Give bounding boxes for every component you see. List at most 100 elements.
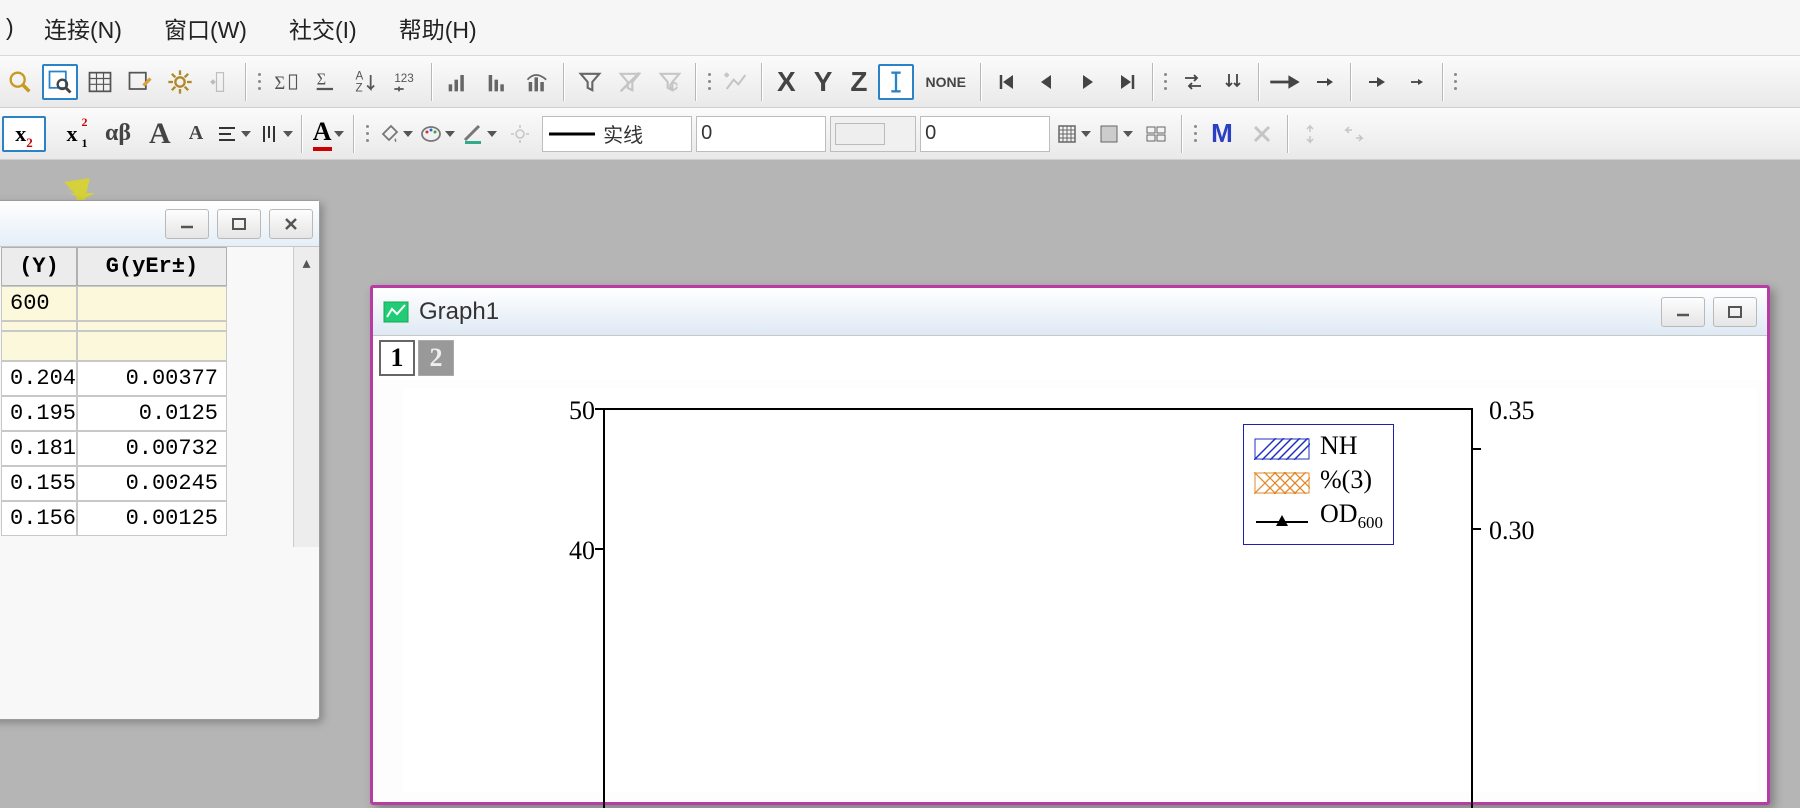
arrow-play-icon[interactable] — [1359, 64, 1395, 100]
menu-connect[interactable]: 连接(N) — [38, 5, 128, 51]
vertical-align-dropdown[interactable] — [256, 116, 294, 152]
palette-dropdown[interactable] — [418, 116, 456, 152]
grip-icon[interactable] — [1161, 62, 1171, 102]
bars-down-icon[interactable] — [480, 64, 516, 100]
legend[interactable]: NH %(3) OD600 — [1243, 424, 1394, 545]
set-none-button[interactable]: NONE — [918, 64, 972, 100]
supsubscript-button[interactable]: x21 — [50, 116, 94, 152]
font-decrease-button[interactable]: A — [182, 116, 210, 152]
cell[interactable] — [1, 331, 77, 361]
set-label-icon[interactable] — [878, 64, 914, 100]
graph-maximize-button[interactable] — [1713, 297, 1757, 327]
swap-down-icon[interactable] — [1215, 64, 1251, 100]
add-plot-icon[interactable] — [718, 64, 754, 100]
filter-reapply-icon[interactable] — [652, 64, 688, 100]
mask-x-icon[interactable] — [1244, 116, 1280, 152]
worksheet-scrollbar[interactable]: ▴ — [293, 247, 319, 547]
col-header-g[interactable]: G(yEr±) — [77, 247, 227, 286]
worksheet-window[interactable]: (Y) G(yEr±) 600 0.204 0.00377 0.195 0.01… — [0, 200, 320, 720]
col-header-y[interactable]: (Y) — [1, 247, 77, 286]
set-x-button[interactable]: X — [770, 64, 803, 100]
legend-item-od600[interactable]: OD600 — [1254, 497, 1383, 540]
nav-next-icon[interactable] — [1069, 64, 1105, 100]
grip-icon[interactable] — [254, 62, 264, 102]
menu-social[interactable]: 社交(I) — [283, 5, 363, 51]
greek-button[interactable]: αβ — [98, 116, 138, 152]
line-width-combo[interactable]: 0 — [696, 116, 826, 152]
cell-label[interactable]: 600 — [1, 286, 77, 321]
layer-tab-1[interactable]: 1 — [379, 340, 415, 376]
sort-icon[interactable]: AZ — [348, 64, 384, 100]
cell[interactable]: 0.156 — [1, 501, 77, 536]
filter-off-icon[interactable] — [612, 64, 648, 100]
bars-up-icon[interactable] — [440, 64, 476, 100]
sigma-col-icon[interactable]: Σ — [308, 64, 344, 100]
menu-window[interactable]: 窗口(W) — [158, 5, 253, 51]
cell[interactable]: 0.0125 — [77, 396, 227, 431]
cell[interactable]: 0.181 — [1, 431, 77, 466]
grip-icon[interactable] — [1451, 62, 1461, 102]
cell[interactable]: 0.155 — [1, 466, 77, 501]
line-style-combo[interactable]: 实线 — [542, 116, 692, 152]
gradient-dropdown[interactable] — [1096, 116, 1134, 152]
legend-item-nh[interactable]: NH — [1254, 429, 1383, 463]
cell[interactable] — [77, 321, 227, 331]
set-y-button[interactable]: Y — [807, 64, 840, 100]
set-z-button[interactable]: Z — [843, 64, 874, 100]
worksheet-grid[interactable]: (Y) G(yEr±) 600 0.204 0.00377 0.195 0.01… — [1, 247, 227, 536]
minimize-button[interactable] — [165, 209, 209, 239]
layer-tab-2[interactable]: 2 — [418, 340, 454, 376]
worksheet-titlebar[interactable] — [0, 201, 319, 247]
cell[interactable]: 0.195 — [1, 396, 77, 431]
sigma-stats-icon[interactable]: Σ — [268, 64, 304, 100]
expand-vert-icon[interactable] — [1296, 116, 1332, 152]
pattern-dropdown[interactable] — [1054, 116, 1092, 152]
swap-xy-icon[interactable] — [1175, 64, 1211, 100]
grip-icon[interactable] — [362, 114, 372, 154]
graph-minimize-button[interactable] — [1661, 297, 1705, 327]
cell[interactable]: 0.00245 — [77, 466, 227, 501]
close-button[interactable] — [269, 209, 313, 239]
scroll-up-icon[interactable]: ▴ — [302, 253, 310, 547]
nav-last-icon[interactable] — [1109, 64, 1145, 100]
grip-icon[interactable] — [704, 62, 714, 102]
settings-gear-icon[interactable] — [162, 64, 198, 100]
graph-titlebar[interactable]: Graph1 — [373, 288, 1767, 336]
add-column-icon[interactable] — [202, 64, 238, 100]
light-icon[interactable] — [502, 116, 538, 152]
worksheet-icon[interactable] — [82, 64, 118, 100]
zoom-region-icon[interactable] — [42, 64, 78, 100]
cell[interactable] — [1, 321, 77, 331]
mask-m-button[interactable]: M — [1204, 116, 1240, 152]
arrow-right-big-icon[interactable] — [1267, 64, 1303, 100]
size-combo[interactable]: 0 — [920, 116, 1050, 152]
grip-icon[interactable] — [1190, 114, 1200, 154]
layout-grid-icon[interactable] — [1138, 116, 1174, 152]
filter-icon[interactable] — [572, 64, 608, 100]
zoom-tool-icon[interactable] — [2, 64, 38, 100]
subscript-button[interactable]: x2 — [2, 116, 46, 152]
bars-curve-icon[interactable] — [520, 64, 556, 100]
color-swatch-combo[interactable] — [830, 116, 916, 152]
expand-horiz-icon[interactable] — [1336, 116, 1372, 152]
align-dropdown[interactable] — [214, 116, 252, 152]
font-color-dropdown[interactable]: A — [310, 116, 346, 152]
arrow-right-med-icon[interactable] — [1307, 64, 1343, 100]
nav-first-icon[interactable] — [989, 64, 1025, 100]
graph-window[interactable]: Graph1 1 2 50 40 0.35 0.30 — [370, 285, 1770, 805]
maximize-button[interactable] — [217, 209, 261, 239]
number-format-icon[interactable]: 123 — [388, 64, 424, 100]
cell[interactable]: 0.204 — [1, 361, 77, 396]
line-color-dropdown[interactable] — [460, 116, 498, 152]
cell[interactable] — [77, 331, 227, 361]
cell[interactable]: 0.00377 — [77, 361, 227, 396]
nav-prev-icon[interactable] — [1029, 64, 1065, 100]
cell[interactable]: 0.00125 — [77, 501, 227, 536]
cell[interactable]: 0.00732 — [77, 431, 227, 466]
menu-help[interactable]: 帮助(H) — [393, 5, 483, 51]
font-increase-button[interactable]: A — [142, 116, 178, 152]
fill-bucket-dropdown[interactable] — [376, 116, 414, 152]
edit-sheet-icon[interactable] — [122, 64, 158, 100]
arrow-right-small-icon[interactable] — [1399, 64, 1435, 100]
plot-area[interactable]: 50 40 0.35 0.30 NH — [403, 388, 1757, 792]
